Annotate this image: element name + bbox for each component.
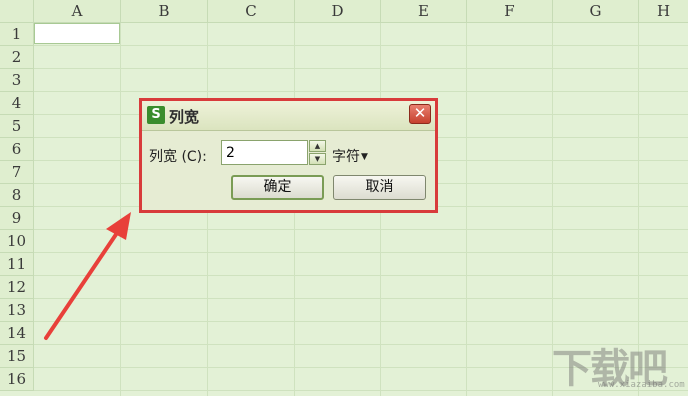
watermark-url: www.xiazaiba.com xyxy=(598,380,685,390)
